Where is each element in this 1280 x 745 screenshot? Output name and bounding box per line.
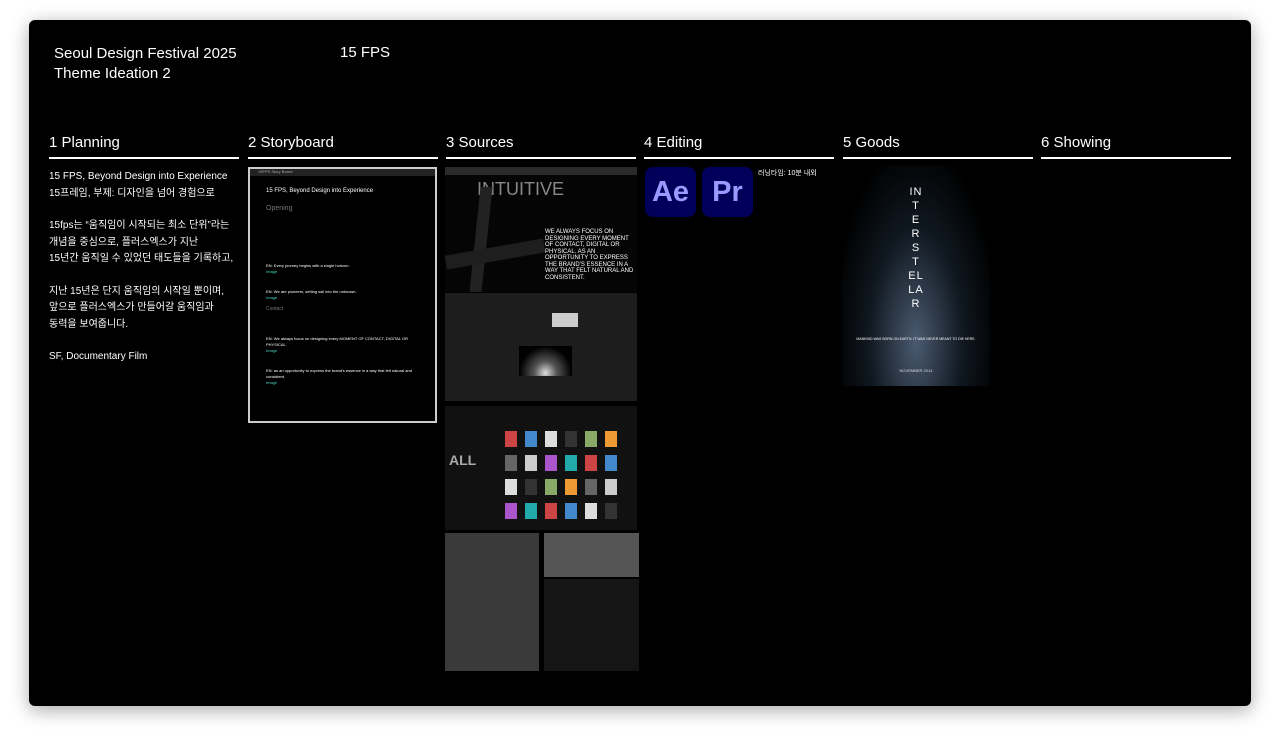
window-titlebar: 15FPS Story Board <box>250 169 435 176</box>
en-line: EN: We always focus on designing every M… <box>266 336 409 347</box>
text-line: 15년간 움직일 수 있었던 태도들을 기록하고, <box>49 253 234 264</box>
text-line: 개념을 중심으로, 플러스엑스가 지난 <box>49 236 199 248</box>
after-effects-icon: Ae <box>645 167 696 217</box>
source-text: WE ALWAYS FOCUS ON DESIGNING EVERY MOMEN… <box>545 229 634 281</box>
grid-thumbnail <box>565 455 577 471</box>
text-line: 15 FPS, Beyond Design into Experience <box>49 171 228 182</box>
column-storyboard: 2 Storyboard <box>248 134 438 159</box>
board-canvas: Seoul Design Festival 2025 Theme Ideatio… <box>29 20 1251 706</box>
grid-thumbnail <box>545 479 557 495</box>
poster-date: NOVEMBER 2014 <box>899 368 933 373</box>
grid-thumbnail <box>605 479 617 495</box>
title-line-2: Theme Ideation 2 <box>54 65 171 82</box>
grid-thumbnail <box>565 431 577 447</box>
grid-thumbnail <box>505 455 517 471</box>
column-showing: 6 Showing <box>1041 134 1231 159</box>
source-image-office[interactable] <box>544 533 639 577</box>
grid-thumbnail <box>525 431 537 447</box>
fps-label: 15 FPS <box>340 44 391 61</box>
interstellar-poster[interactable]: INTERSTELLAR MANKIND WAS BORN ON EARTH. … <box>842 165 990 386</box>
grid-thumbnail <box>505 503 517 519</box>
planning-text: 15 FPS, Beyond Design into Experience 15프… <box>49 169 239 366</box>
grid-thumbnail <box>585 455 597 471</box>
text-line: 앞으로 플러스엑스가 만들어갈 움직임과 <box>49 302 214 313</box>
text-line: SF, Documentary Film <box>49 351 148 362</box>
grid-thumbnail <box>545 503 557 519</box>
grid-thumbnail <box>505 431 517 447</box>
column-header: 2 Storyboard <box>248 134 438 159</box>
grid-thumbnail <box>545 455 557 471</box>
column-goods: 5 Goods <box>843 134 1033 159</box>
grid-thumbnail <box>605 431 617 447</box>
title-line-1: Seoul Design Festival 2025 <box>54 45 237 62</box>
source-image-post[interactable] <box>445 293 637 401</box>
storyboard-image[interactable]: 15FPS Story Board 15 FPS, Beyond Design … <box>248 167 437 423</box>
grid-thumbnail <box>525 455 537 471</box>
section-heading: Contact <box>266 306 284 312</box>
column-header: 4 Editing <box>644 134 834 159</box>
column-header: 1 Planning <box>49 134 239 159</box>
text-line: 15fps는 “움직임이 시작되는 최소 단위”라는 <box>49 220 230 231</box>
text-line: 15프레임, 부제: 디자인을 넘어 경험으로 <box>49 187 215 199</box>
grid-thumbnail <box>585 479 597 495</box>
poster-tagline: MANKIND WAS BORN ON EARTH. IT WAS NEVER … <box>856 337 976 341</box>
column-header: 3 Sources <box>446 134 636 159</box>
grid-thumbnail <box>565 479 577 495</box>
section-heading: Opening <box>266 205 293 212</box>
column-editing: 4 Editing <box>644 134 834 159</box>
poster-title: INTERSTELLAR <box>908 186 924 310</box>
grid-thumbnail <box>605 455 617 471</box>
source-image-grid[interactable]: ALL <box>445 406 637 530</box>
grid-thumbnail <box>505 479 517 495</box>
grid-thumbnail <box>565 503 577 519</box>
source-image-website[interactable]: INTUITIVE WE ALWAYS FOCUS ON DESIGNING E… <box>445 167 637 292</box>
grid-thumbnail <box>545 431 557 447</box>
source-image-document[interactable] <box>445 533 539 671</box>
en-line: EN: as an opportunity to express the bra… <box>266 368 412 379</box>
text-line: 지난 15년은 단지 움직임의 시작일 뿐이며, <box>49 285 224 297</box>
column-sources: 3 Sources <box>446 134 636 159</box>
grid-thumbnail <box>585 503 597 519</box>
premiere-pro-icon: Pr <box>702 167 753 217</box>
grid-thumbnail <box>585 431 597 447</box>
column-header: 5 Goods <box>843 134 1033 159</box>
text-line: 동력을 보여줍니다. <box>49 318 129 330</box>
column-header: 6 Showing <box>1041 134 1231 159</box>
column-planning: 1 Planning 15 FPS, Beyond Design into Ex… <box>49 134 239 382</box>
storyboard-title: 15 FPS, Beyond Design into Experience <box>266 188 374 194</box>
board-title: Seoul Design Festival 2025 Theme Ideatio… <box>54 44 237 84</box>
source-image-event[interactable] <box>544 579 639 671</box>
grid-thumbnail <box>605 503 617 519</box>
runtime-note: 러닝타임: 10분 내외 <box>758 170 817 177</box>
grid-thumbnail <box>525 503 537 519</box>
grid-thumbnail <box>525 479 537 495</box>
